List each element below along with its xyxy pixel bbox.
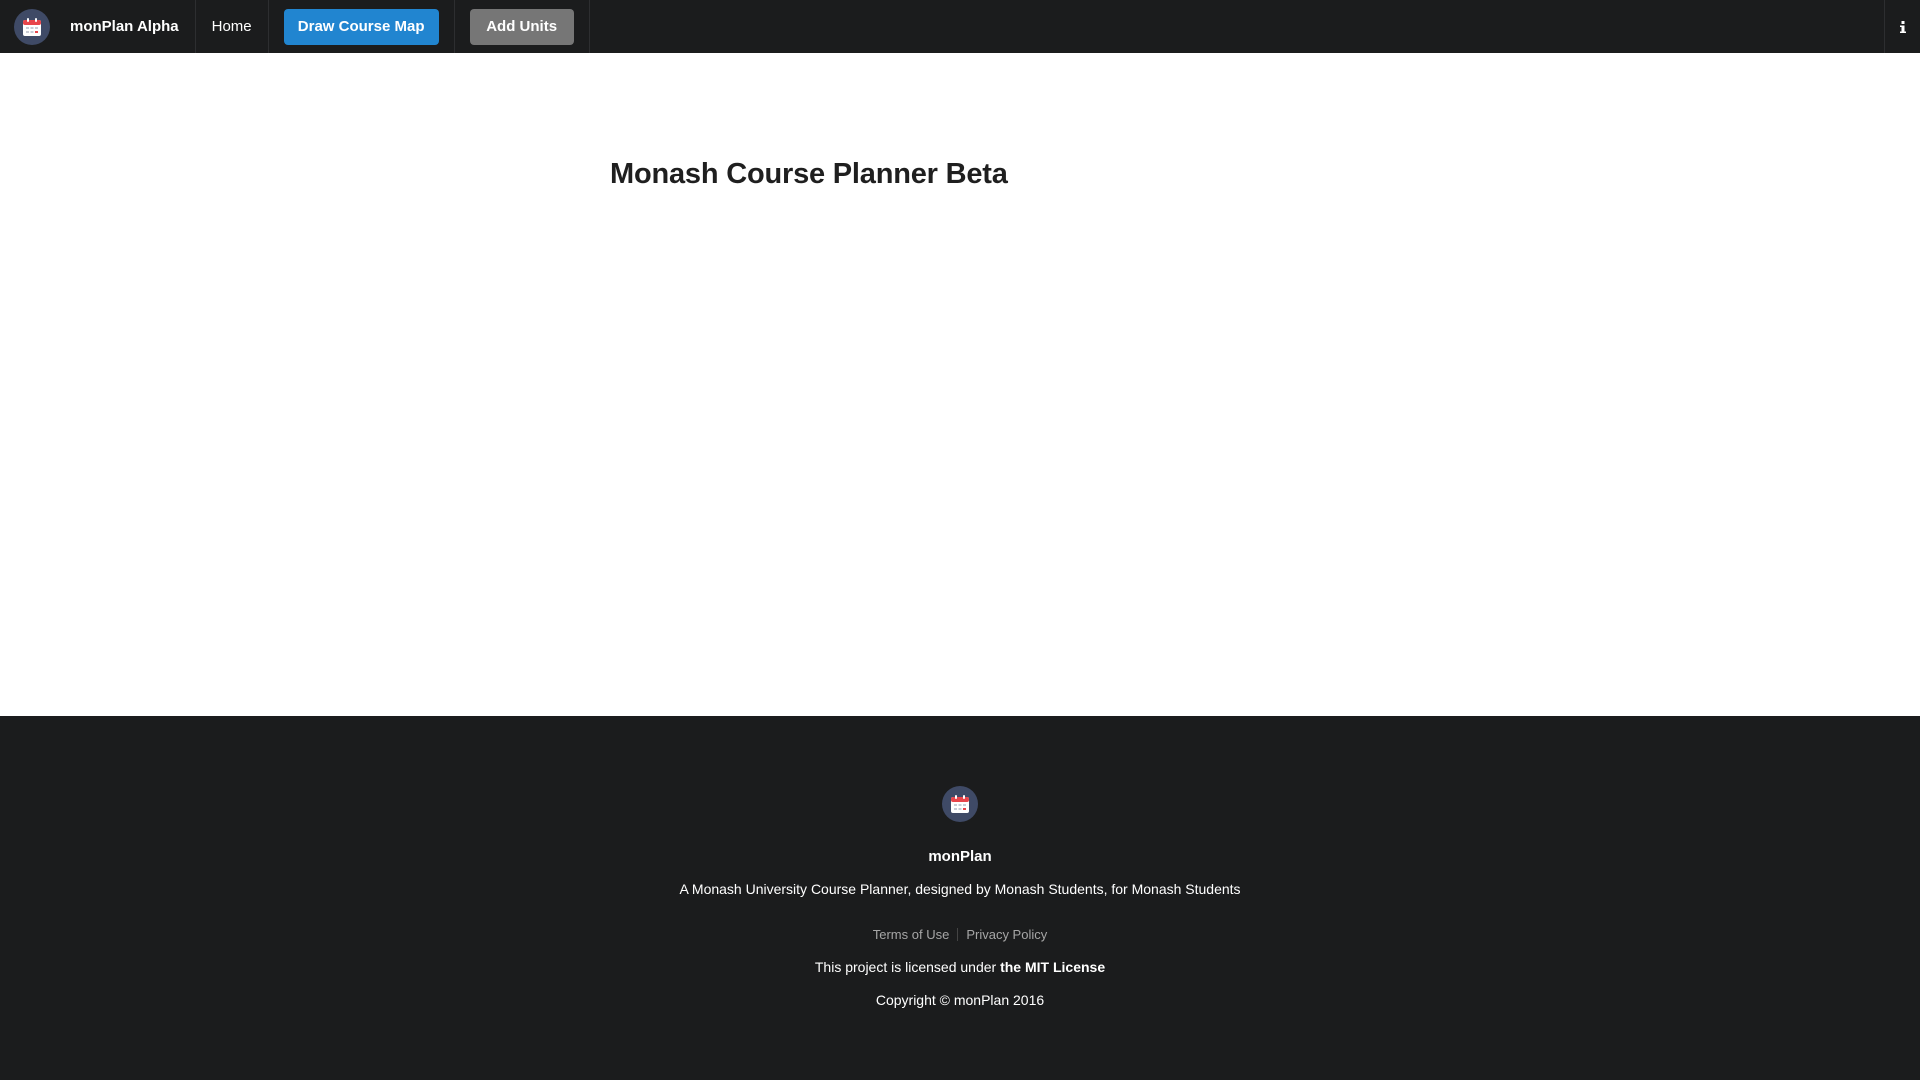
- footer-calendar-logo-icon: [942, 786, 978, 822]
- add-units-cell: Add Units: [455, 0, 590, 53]
- page-title: Monash Course Planner Beta: [610, 158, 1008, 190]
- footer-links: Terms of Use Privacy Policy: [0, 927, 1920, 942]
- nav-home[interactable]: Home: [196, 0, 269, 53]
- footer-copyright: Copyright © monPlan 2016: [875, 992, 1045, 1008]
- add-units-button[interactable]: Add Units: [469, 8, 574, 45]
- privacy-policy-link[interactable]: Privacy Policy: [958, 927, 1055, 942]
- brand-link[interactable]: monPlan Alpha: [0, 0, 196, 53]
- info-icon[interactable]: [1884, 0, 1920, 53]
- top-navbar: monPlan Alpha Home Draw Course Map Add U…: [0, 0, 1920, 53]
- draw-course-map-button[interactable]: Draw Course Map: [283, 8, 439, 45]
- mit-license-link[interactable]: the MIT License: [1000, 959, 1105, 975]
- terms-of-use-link[interactable]: Terms of Use: [865, 927, 958, 942]
- footer: monPlan A Monash University Course Plann…: [0, 716, 1920, 1080]
- footer-license: This project is licensed under the MIT L…: [0, 959, 1920, 975]
- footer-description: A Monash University Course Planner, desi…: [679, 881, 1241, 897]
- brand-label: monPlan Alpha: [70, 18, 179, 35]
- calendar-logo-icon: [14, 8, 50, 45]
- footer-app-name: monPlan: [928, 848, 992, 865]
- license-text: This project is licensed under: [814, 959, 1001, 975]
- navbar-spacer: [590, 0, 1884, 53]
- nav-home-label: Home: [211, 18, 252, 35]
- draw-course-map-cell: Draw Course Map: [269, 0, 455, 53]
